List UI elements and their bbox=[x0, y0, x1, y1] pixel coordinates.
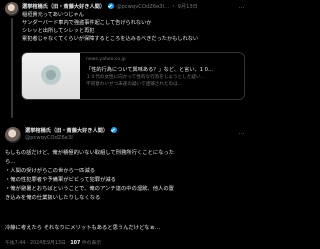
more-options-icon[interactable]: … bbox=[239, 129, 246, 136]
post-text-line: 冷静に考えたら それなりにメリットもあると思うんだけどなぁ… bbox=[5, 225, 161, 231]
avatar[interactable] bbox=[5, 2, 19, 16]
verified-badge-icon bbox=[110, 127, 117, 133]
post-header: 選挙棺桶氏（旧・斎藤大好き人間） bbox=[25, 127, 118, 135]
thumbnail-image bbox=[40, 65, 62, 87]
post-text-line: ・俺が避暑とおちばということで、俺のアンチ達の中の溜飲、他人の置 bbox=[5, 186, 174, 192]
handle[interactable]: @pcwqvCOdZ6e3I... bbox=[116, 4, 169, 10]
card-description-line: １０代の女性に向かって性的な行為をしようとした疑い... bbox=[86, 75, 205, 80]
more-options-icon[interactable]: … bbox=[239, 3, 246, 10]
card-description: １０代の女性に向かって性的な行為をしようとした疑い... 不同意わいせつ未遂の疑… bbox=[86, 75, 205, 88]
post-text-line: シレッと出所してシレッと再犯 bbox=[22, 28, 95, 34]
card-text: news.yahoo.co.jp 「性的行為について興味ある？」など、と言い、1… bbox=[86, 53, 244, 99]
card-description-line: 不同意わいせつ未遂の疑いで逮捕されたのは... bbox=[86, 81, 183, 87]
post-text-line: サンダーバード車内で強盗事件起こして告げられないか bbox=[22, 20, 152, 26]
post-text-line: もしもの話だけど、俺が積極的いない取組して刑務所行くことになった bbox=[5, 150, 175, 156]
display-name[interactable]: 選挙棺桶氏（旧・斎藤大好き人間） bbox=[25, 128, 108, 134]
card-domain: news.yahoo.co.jp bbox=[86, 57, 126, 62]
post-time[interactable]: 午後7:44 bbox=[5, 241, 25, 246]
reply-post[interactable]: 選挙棺桶氏（旧・斎藤大好き人間） @pcwqvCOdZ6e3I... ・ 9月1… bbox=[0, 0, 250, 119]
link-preview-card[interactable]: news.yahoo.co.jp 「性的行為について興味ある？」など、と言い、1… bbox=[21, 52, 245, 100]
main-post: 選挙棺桶氏（旧・斎藤大好き人間） @pcwqvCOdZ6e3I … もしもの話だ… bbox=[0, 123, 250, 249]
views-label: 件の表示 bbox=[81, 241, 102, 246]
card-title: 「性的行為について興味ある？」など、と言い、1 0... bbox=[86, 67, 213, 73]
verified-badge-icon bbox=[107, 3, 114, 9]
post-header: 選挙棺桶氏（旧・斎藤大好き人間） @pcwqvCOdZ6e3I... ・ 9月1… bbox=[22, 3, 198, 11]
post-date[interactable]: ・ 9月13日 bbox=[171, 4, 198, 10]
post-text-line: ・人間の受けがらこの世から一匹減る bbox=[5, 168, 96, 174]
post-meta: 午後7:44 · 2024年9月13日 · 107 件の表示 bbox=[5, 241, 102, 246]
post-text-line: ら… bbox=[5, 159, 16, 165]
post-text-line: 稲垣貴元ってあいつじゃん bbox=[22, 12, 84, 18]
avatar[interactable] bbox=[5, 127, 21, 143]
display-name[interactable]: 選挙棺桶氏（旧・斎藤大好き人間） bbox=[22, 4, 105, 10]
post-date[interactable]: 2024年9月13日 bbox=[30, 241, 66, 246]
x-thread-screenshot: 選挙棺桶氏（旧・斎藤大好き人間） @pcwqvCOdZ6e3I... ・ 9月1… bbox=[0, 0, 250, 249]
card-thumbnail bbox=[22, 53, 80, 99]
views-count[interactable]: 107 bbox=[70, 241, 80, 246]
post-text-line: き込みを俺の仕業扱いしたりしなくなる bbox=[5, 195, 101, 201]
post-text-line: ・俺の性犯罪者や予備軍がビビって犯罪が減る bbox=[5, 177, 116, 183]
post-text-line: 累犯者じゃなくてくらいが保障するところを込みるべきだったかもしれない bbox=[22, 36, 199, 42]
handle[interactable]: @pcwqvCOdZ6e3I bbox=[25, 135, 73, 142]
thread-connector-line bbox=[11, 18, 13, 118]
